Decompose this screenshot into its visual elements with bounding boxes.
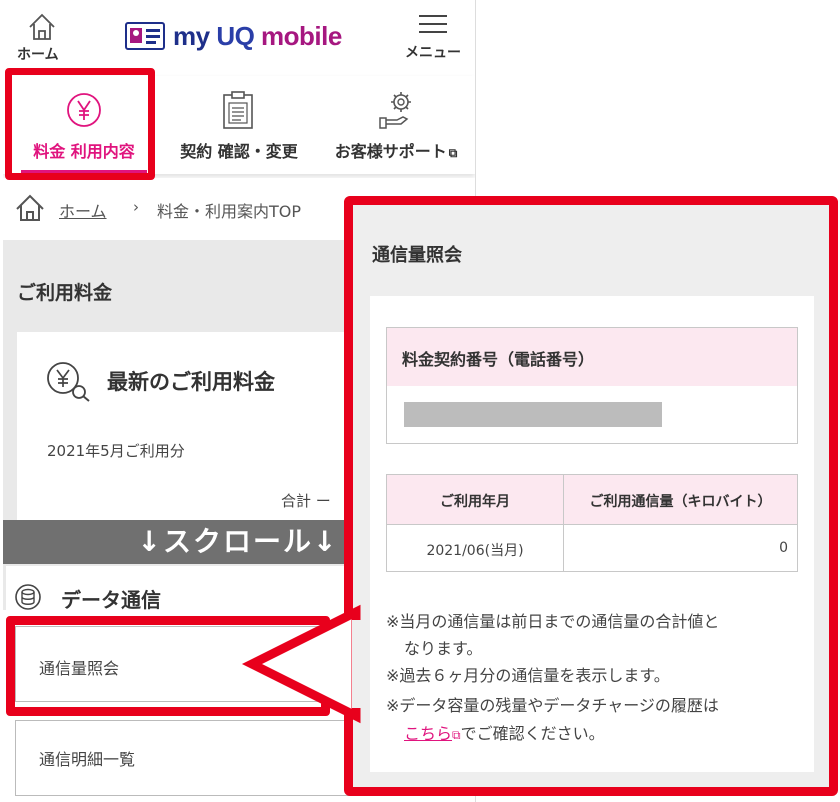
menu-label[interactable]: メニュー — [405, 42, 461, 62]
database-icon — [15, 584, 41, 610]
gear-hand-icon — [379, 92, 411, 129]
usage-row-month: 2021/06(当月) — [426, 543, 524, 559]
highlight-box-nav — [5, 68, 155, 180]
note-3-line1: ※データ容量の残量やデータチャージの履歴は — [386, 696, 719, 715]
data-section-title: データ通信 — [61, 588, 161, 612]
usage-details-label[interactable]: 通信明細一覧 — [39, 746, 135, 770]
latest-billing-title: 最新のご利用料金 — [107, 370, 275, 394]
uq-mobile-logo[interactable]: my UQ mobile — [125, 18, 342, 54]
external-link-icon: ⧉ — [448, 146, 458, 160]
billing-total: 合計 ー — [281, 492, 331, 510]
breadcrumb-home-icon[interactable] — [15, 193, 45, 223]
home-icon[interactable] — [27, 12, 57, 42]
panel-title: 通信量照会 — [372, 245, 462, 266]
hamburger-menu-icon[interactable] — [419, 14, 447, 34]
breadcrumb-home-link[interactable]: ホーム — [59, 198, 107, 222]
billing-section-title: ご利用料金 — [17, 282, 113, 304]
usage-table-col-amount: ご利用通信量（キロバイト） — [589, 494, 772, 510]
usage-table-divider — [563, 475, 564, 571]
note-1-line2: なります。 — [404, 639, 483, 658]
note-2: ※過去６ヶ月分の通信量を表示します。 — [386, 666, 670, 685]
logo-text: my UQ mobile — [173, 20, 342, 51]
note-3-line2: こちら⧉でご確認ください。 — [404, 720, 605, 744]
note-1-line1: ※当月の通信量は前日までの通信量の合計値と — [386, 612, 720, 631]
nav-support[interactable]: お客様サポート ⧉ — [321, 76, 471, 174]
breadcrumb-separator: › — [133, 198, 139, 216]
usage-table-col-month: ご利用年月 — [440, 494, 510, 510]
clipboard-icon — [223, 91, 253, 129]
contract-number-header-label: 料金契約番号（電話番号） — [402, 350, 595, 369]
home-label[interactable]: ホーム — [17, 44, 59, 64]
nav-contract-label: 契約 確認・変更 — [180, 142, 298, 161]
note-3-rest: でご確認ください。 — [460, 724, 605, 743]
yen-search-icon — [47, 362, 90, 402]
billing-month: 2021年5月ご利用分 — [47, 442, 185, 460]
usage-row-amount: 0 — [779, 540, 788, 556]
breadcrumb-current: 料金・利用案内TOP — [157, 202, 302, 221]
nav-contract[interactable]: 契約 確認・変更 — [165, 76, 313, 174]
redacted-phone-number — [404, 402, 662, 427]
external-link-icon: ⧉ — [452, 728, 461, 742]
nav-support-label: お客様サポート ⧉ — [334, 142, 458, 161]
id-card-icon — [125, 22, 165, 50]
here-link[interactable]: こちら — [404, 724, 452, 743]
highlight-box-usage-inquiry — [6, 616, 330, 716]
